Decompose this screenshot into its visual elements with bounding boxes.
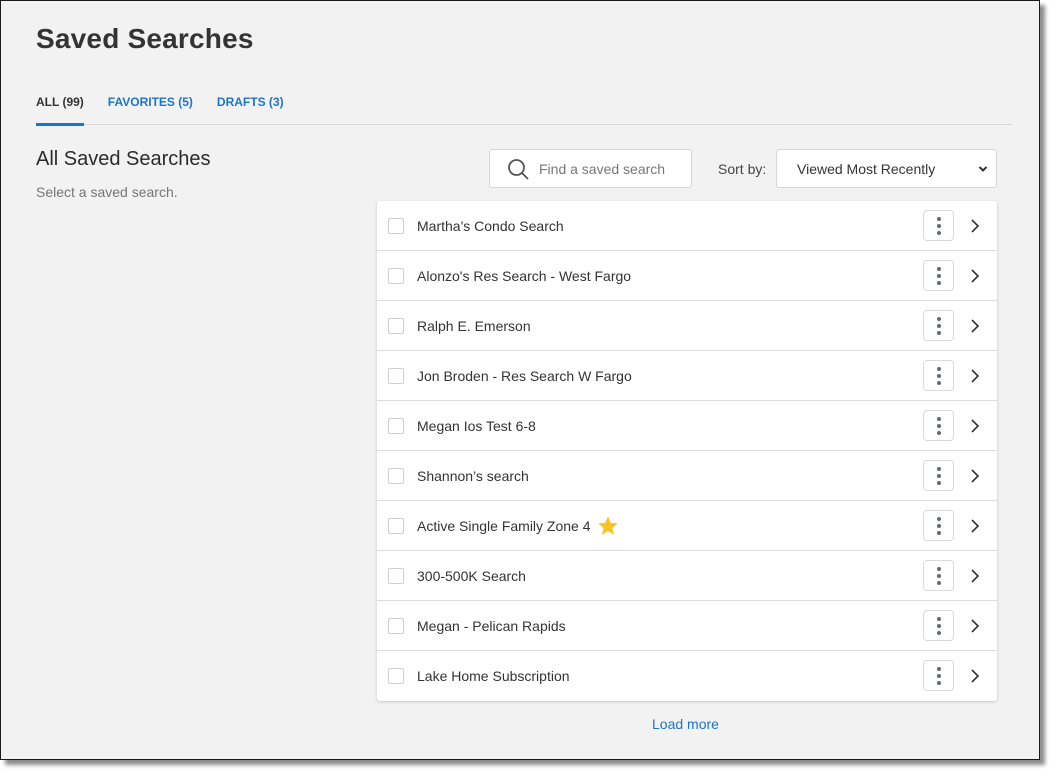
tab-bar: ALL (99) FAVORITES (5) DRAFTS (3) <box>36 89 1012 126</box>
sort-selected-value: Viewed Most Recently <box>797 160 936 177</box>
kebab-dot <box>936 680 941 685</box>
kebab-dot <box>936 630 941 635</box>
kebab-dot <box>936 280 941 285</box>
chevron-right-icon[interactable] <box>969 218 981 234</box>
more-options-button[interactable] <box>923 360 954 391</box>
page-title: Saved Searches <box>36 23 254 54</box>
more-options-button[interactable] <box>923 260 954 291</box>
kebab-dot <box>936 673 941 678</box>
row-checkbox[interactable] <box>388 567 404 584</box>
saved-search-name[interactable]: Alonzo's Res Search - West Fargo <box>417 268 631 284</box>
row-checkbox[interactable] <box>388 467 404 484</box>
saved-search-name[interactable]: Megan Ios Test 6-8 <box>417 418 536 434</box>
chevron-down-icon <box>978 165 988 172</box>
kebab-dot <box>936 616 941 621</box>
row-checkbox[interactable] <box>388 267 404 284</box>
saved-search-name[interactable]: Martha's Condo Search <box>417 218 564 234</box>
kebab-dot <box>936 316 941 321</box>
kebab-dot <box>936 416 941 421</box>
kebab-dot <box>936 473 941 478</box>
saved-search-name[interactable]: Jon Broden - Res Search W Fargo <box>417 368 632 384</box>
row-checkbox[interactable] <box>388 417 404 434</box>
saved-search-row[interactable]: Jon Broden - Res Search W Fargo <box>377 351 997 401</box>
kebab-dot <box>936 230 941 235</box>
row-checkbox[interactable] <box>388 317 404 334</box>
chevron-right-icon[interactable] <box>969 318 981 334</box>
kebab-dot <box>936 366 941 371</box>
saved-search-row[interactable]: Active Single Family Zone 4 <box>377 501 997 551</box>
saved-search-name[interactable]: Shannon’s search <box>417 468 529 484</box>
kebab-dot <box>936 623 941 628</box>
saved-search-row[interactable]: Megan - Pelican Rapids <box>377 601 997 651</box>
more-options-button[interactable] <box>923 310 954 341</box>
tab-all[interactable]: ALL (99) <box>36 89 84 126</box>
kebab-dot <box>936 266 941 271</box>
row-checkbox[interactable] <box>388 517 404 534</box>
saved-search-row[interactable]: Megan Ios Test 6-8 <box>377 401 997 451</box>
tab-drafts[interactable]: DRAFTS (3) <box>217 89 284 123</box>
kebab-dot <box>936 580 941 585</box>
saved-search-name[interactable]: Megan - Pelican Rapids <box>417 618 566 634</box>
sort-select[interactable]: Viewed Most Recently <box>776 149 997 188</box>
saved-search-name[interactable]: Active Single Family Zone 4 <box>417 518 591 534</box>
saved-search-row[interactable]: Alonzo's Res Search - West Fargo <box>377 251 997 301</box>
more-options-button[interactable] <box>923 410 954 441</box>
kebab-dot <box>936 573 941 578</box>
kebab-dot <box>936 480 941 485</box>
saved-search-name[interactable]: Lake Home Subscription <box>417 668 570 684</box>
saved-search-row[interactable]: Lake Home Subscription <box>377 651 997 701</box>
more-options-button[interactable] <box>923 510 954 541</box>
kebab-dot <box>936 530 941 535</box>
tab-favorites[interactable]: FAVORITES (5) <box>108 89 193 123</box>
saved-search-row[interactable]: Shannon’s search <box>377 451 997 501</box>
kebab-dot <box>936 466 941 471</box>
kebab-dot <box>936 330 941 335</box>
chevron-right-icon[interactable] <box>969 518 981 534</box>
chevron-right-icon[interactable] <box>969 468 981 484</box>
section-title: All Saved Searches <box>36 148 211 170</box>
kebab-dot <box>936 430 941 435</box>
more-options-button[interactable] <box>923 210 954 241</box>
row-checkbox[interactable] <box>388 668 404 684</box>
more-options-button[interactable] <box>923 560 954 591</box>
kebab-dot <box>936 566 941 571</box>
row-checkbox[interactable] <box>388 617 404 634</box>
kebab-dot <box>936 380 941 385</box>
chevron-right-icon[interactable] <box>969 368 981 384</box>
saved-search-row[interactable]: Martha's Condo Search <box>377 201 997 251</box>
search-input[interactable] <box>537 159 691 178</box>
sort-label: Sort by: <box>718 161 767 177</box>
chevron-right-icon[interactable] <box>969 618 981 634</box>
kebab-dot <box>936 273 941 278</box>
saved-search-name[interactable]: 300-500K Search <box>417 568 526 584</box>
kebab-dot <box>936 523 941 528</box>
search-box[interactable] <box>489 149 692 188</box>
row-checkbox[interactable] <box>388 217 404 234</box>
app-window: Saved Searches ALL (99) FAVORITES (5) DR… <box>0 0 1040 760</box>
kebab-dot <box>936 323 941 328</box>
kebab-dot <box>936 423 941 428</box>
load-more-link[interactable]: Load more <box>652 716 719 732</box>
favorite-star-icon <box>597 515 618 535</box>
chevron-right-icon[interactable] <box>969 568 981 584</box>
kebab-dot <box>936 516 941 521</box>
saved-search-list: Martha's Condo Search Alonzo's Res Searc… <box>377 201 997 701</box>
saved-search-row[interactable]: Ralph E. Emerson <box>377 301 997 351</box>
chevron-right-icon[interactable] <box>969 668 981 684</box>
saved-search-row[interactable]: 300-500K Search <box>377 551 997 601</box>
section-subtitle: Select a saved search. <box>36 184 178 200</box>
more-options-button[interactable] <box>923 460 954 491</box>
more-options-button[interactable] <box>923 660 954 691</box>
kebab-dot <box>936 223 941 228</box>
search-icon <box>508 158 529 179</box>
kebab-dot <box>936 216 941 221</box>
chevron-right-icon[interactable] <box>969 268 981 284</box>
kebab-dot <box>936 373 941 378</box>
chevron-right-icon[interactable] <box>969 418 981 434</box>
more-options-button[interactable] <box>923 610 954 641</box>
kebab-dot <box>936 666 941 671</box>
row-checkbox[interactable] <box>388 367 404 384</box>
saved-search-name[interactable]: Ralph E. Emerson <box>417 318 531 334</box>
